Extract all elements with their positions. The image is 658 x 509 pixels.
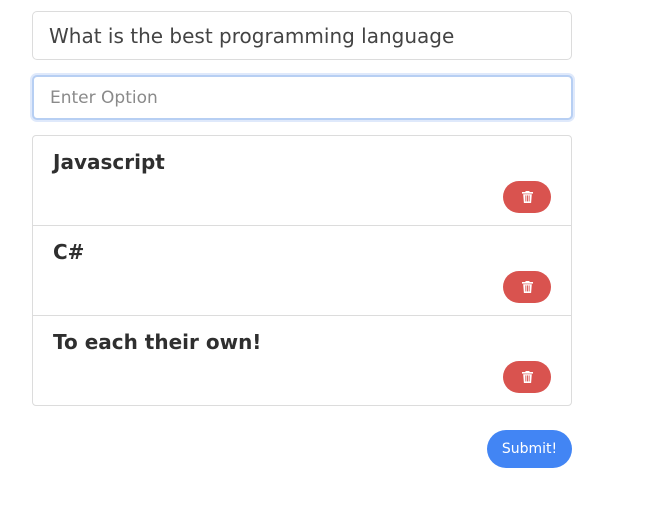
question-input[interactable]: [32, 11, 572, 60]
option-label: Javascript: [53, 150, 165, 174]
delete-option-button[interactable]: [503, 361, 551, 393]
delete-option-button[interactable]: [503, 181, 551, 213]
delete-option-button[interactable]: [503, 271, 551, 303]
options-list: Javascript C# To each their own!: [32, 135, 572, 406]
option-item: Javascript: [33, 136, 571, 226]
option-item: To each their own!: [33, 316, 571, 405]
option-label: C#: [53, 240, 85, 264]
option-input[interactable]: [32, 75, 573, 120]
option-label: To each their own!: [53, 330, 262, 354]
submit-button[interactable]: Submit!: [487, 430, 572, 468]
trash-icon: [521, 191, 533, 203]
trash-icon: [521, 281, 533, 293]
option-item: C#: [33, 226, 571, 316]
trash-icon: [521, 371, 533, 383]
